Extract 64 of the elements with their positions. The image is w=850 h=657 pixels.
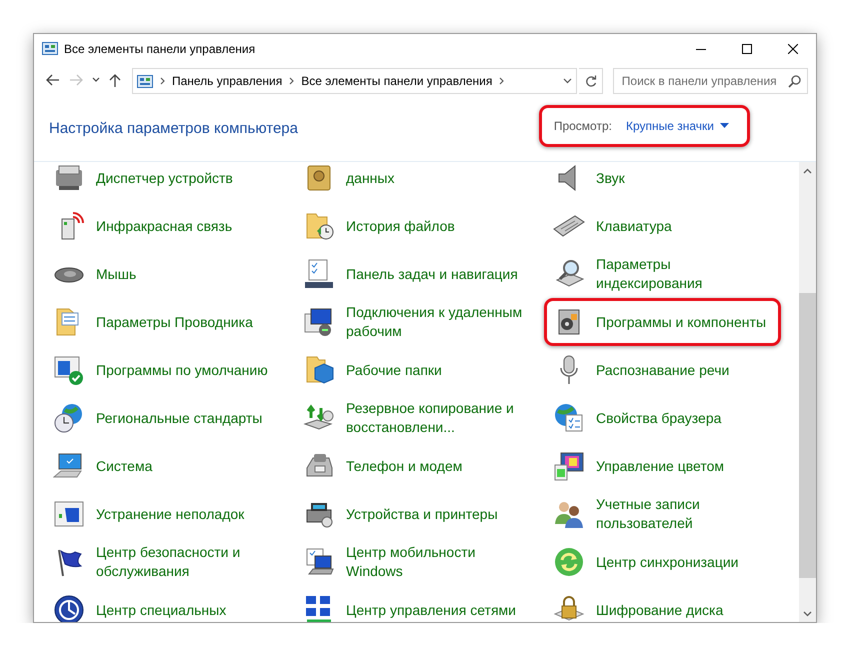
breadcrumb-link[interactable]: Панель управления xyxy=(172,72,282,90)
control-panel-item[interactable]: Центр мобильности Windows xyxy=(294,538,544,586)
control-panel-item[interactable]: Региональные стандарты xyxy=(44,394,278,442)
control-panel-item[interactable]: данных xyxy=(294,162,499,202)
forward-arrow-icon xyxy=(69,74,84,88)
view-dropdown[interactable]: Крупные значки xyxy=(626,116,729,134)
close-icon xyxy=(788,44,798,54)
control-panel-item[interactable]: История файлов xyxy=(294,202,499,250)
up-arrow-icon xyxy=(109,74,122,88)
control-panel-item[interactable]: Программы по умолчанию xyxy=(44,346,283,394)
control-panel-item[interactable]: Резервное копирование и восстановлени... xyxy=(294,394,544,442)
control-panel-item[interactable]: Звук xyxy=(544,162,749,202)
control-panel-item[interactable]: Учетные записи пользователей xyxy=(544,490,794,538)
chevron-icon xyxy=(499,77,504,85)
search-field[interactable]: Поиск в панели управления xyxy=(612,68,808,94)
control-panel-item[interactable]: Система xyxy=(44,442,249,490)
control-panel-item[interactable]: Центр специальных xyxy=(44,586,249,622)
page-heading: Настройка параметров компьютера xyxy=(49,119,298,140)
control-panel-item[interactable]: Свойства браузера xyxy=(544,394,749,442)
control-panel-item[interactable]: Устранение неполадок xyxy=(44,490,260,538)
search-icon xyxy=(788,74,802,88)
control-panel-item[interactable]: Шифрование диска xyxy=(544,586,749,622)
control-panel-item[interactable]: Параметры Проводника xyxy=(44,298,268,346)
padlock-icon xyxy=(553,594,585,622)
chevron-icon xyxy=(289,77,294,85)
caret-icon xyxy=(720,123,729,128)
control-panel-item[interactable]: Клавиатура xyxy=(544,202,749,250)
control-panel-item[interactable]: Телефон и модем xyxy=(294,442,499,490)
control-panel-item[interactable]: Диспетчер устройств xyxy=(44,162,249,202)
back-arrow-icon xyxy=(46,74,60,88)
control-panel-item[interactable]: Параметры индексирования xyxy=(544,250,794,298)
scrollbar[interactable] xyxy=(799,162,816,622)
control-panel-item[interactable]: Управление цветом xyxy=(544,442,749,490)
view-label: Просмотр: xyxy=(554,118,612,134)
sync-icon xyxy=(553,546,585,578)
globe-clock-icon xyxy=(53,402,85,434)
control-panel-item[interactable]: Рабочие папки xyxy=(294,346,499,394)
address-bar[interactable]: Панель управления Все элементы панели управления xyxy=(132,68,578,94)
color-monitor-icon xyxy=(553,450,585,482)
window-title: Все элементы панели управления xyxy=(64,41,256,58)
control-panel-icon xyxy=(42,42,58,56)
control-panel-item[interactable]: Центр безопасности и обслуживания xyxy=(44,538,294,586)
control-panel-item[interactable]: Центр управления сетями xyxy=(294,586,531,622)
maximize-icon xyxy=(742,44,752,54)
control-panel-item[interactable]: Устройства и принтеры xyxy=(294,490,513,538)
refresh-icon xyxy=(584,74,597,88)
globe-list-icon xyxy=(553,402,585,434)
control-panel-item[interactable]: Центр синхронизации xyxy=(544,538,754,586)
scroll-up-icon[interactable] xyxy=(803,168,812,174)
checklist-icon xyxy=(303,258,335,290)
control-panel-icon xyxy=(136,74,153,88)
control-panel-item[interactable]: Мышь xyxy=(44,250,249,298)
scrollbar-thumb[interactable] xyxy=(799,293,816,578)
control-panel-item[interactable]: Инфракрасная связь xyxy=(44,202,249,250)
scroll-down-icon[interactable] xyxy=(803,610,812,616)
window-check-icon xyxy=(53,354,85,386)
control-panel-item[interactable]: Подключения к удаленным рабочим xyxy=(294,298,544,346)
control-panel-item[interactable]: Распознавание речи xyxy=(544,346,749,394)
refresh-button[interactable] xyxy=(579,68,603,94)
chevron-icon xyxy=(160,77,165,85)
control-panel-item[interactable]: Программы и компоненты xyxy=(544,298,782,346)
control-panel-item[interactable]: Панель задач и навигация xyxy=(294,250,533,298)
dropdown-caret-icon[interactable] xyxy=(563,78,572,84)
breadcrumb-link[interactable]: Все элементы панели управления xyxy=(301,72,492,90)
